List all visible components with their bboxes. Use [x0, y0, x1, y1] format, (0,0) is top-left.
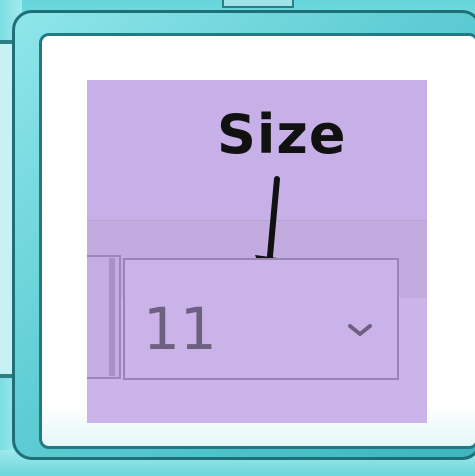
font-name-box-edge — [87, 255, 121, 379]
screenshot-stage: Size 11 — [0, 0, 475, 476]
font-size-dropdown[interactable]: 11 — [123, 258, 399, 380]
ribbon-separator — [109, 258, 115, 376]
zoomed-ribbon-crop: Size 11 — [87, 80, 427, 423]
background-tab — [222, 0, 294, 8]
chevron-down-icon[interactable] — [347, 322, 373, 338]
font-size-value: 11 — [143, 295, 217, 363]
size-annotation-label: Size — [217, 103, 347, 166]
